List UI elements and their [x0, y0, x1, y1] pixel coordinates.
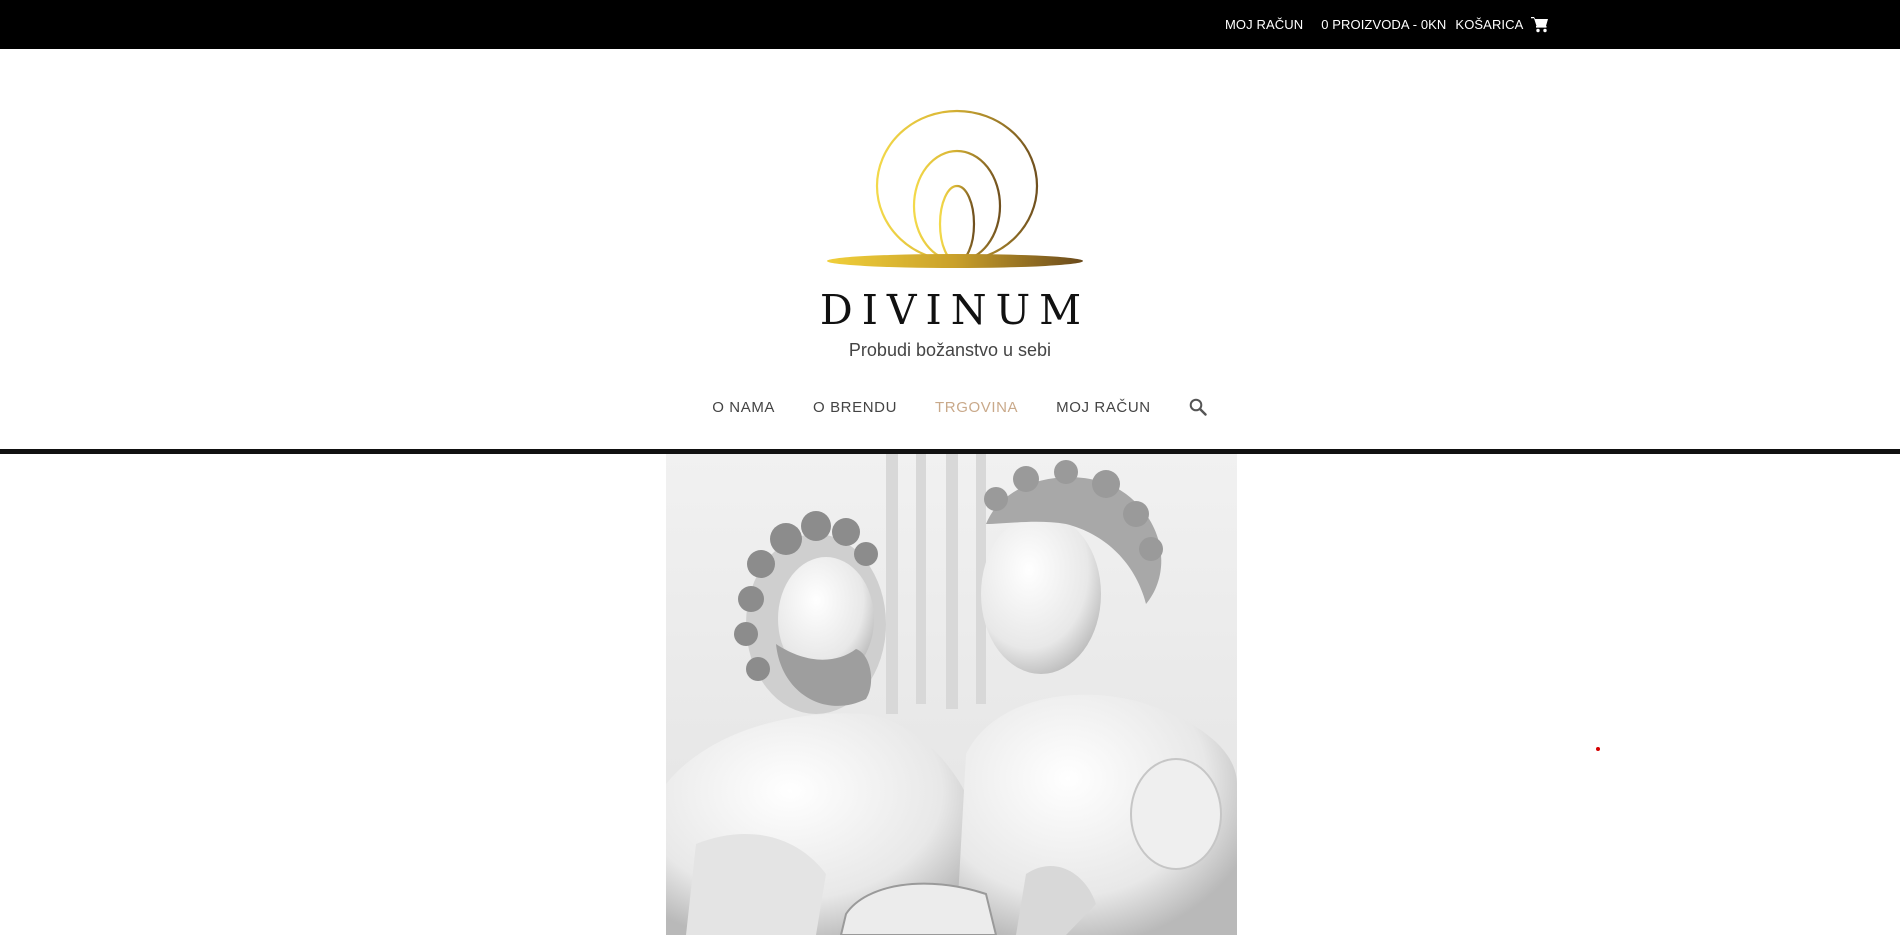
- nav-item-moj-racun[interactable]: MOJ RAČUN: [1056, 399, 1151, 416]
- main-nav: O NAMA O BRENDU TRGOVINA MOJ RAČUN: [0, 398, 1900, 416]
- top-bar: MOJ RAČUN 0 PROIZVODA - 0KN KOŠARICA: [0, 0, 1900, 49]
- brand-tagline: Probudi božanstvo u sebi: [848, 340, 1052, 360]
- nav-item-o-nama[interactable]: O NAMA: [712, 399, 775, 416]
- shopping-cart-icon: [1531, 17, 1549, 33]
- top-account-link[interactable]: MOJ RAČUN: [1225, 17, 1303, 32]
- nav-item-o-brendu[interactable]: O BRENDU: [813, 399, 897, 416]
- marble-statues-image: [666, 454, 1237, 935]
- nav-item-trgovina[interactable]: TRGOVINA: [935, 399, 1018, 416]
- top-bar-links: MOJ RAČUN 0 PROIZVODA - 0KN KOŠARICA: [1225, 0, 1549, 49]
- divinum-logo[interactable]: [826, 106, 1084, 271]
- brand-name: DIVINUM: [819, 286, 1091, 334]
- cart-link[interactable]: KOŠARICA: [1455, 16, 1549, 33]
- status-dot: [1596, 747, 1600, 751]
- cart-label: KOŠARICA: [1455, 17, 1524, 32]
- cart-summary-link[interactable]: 0 PROIZVODA - 0KN: [1321, 17, 1446, 32]
- search-icon[interactable]: [1189, 398, 1207, 416]
